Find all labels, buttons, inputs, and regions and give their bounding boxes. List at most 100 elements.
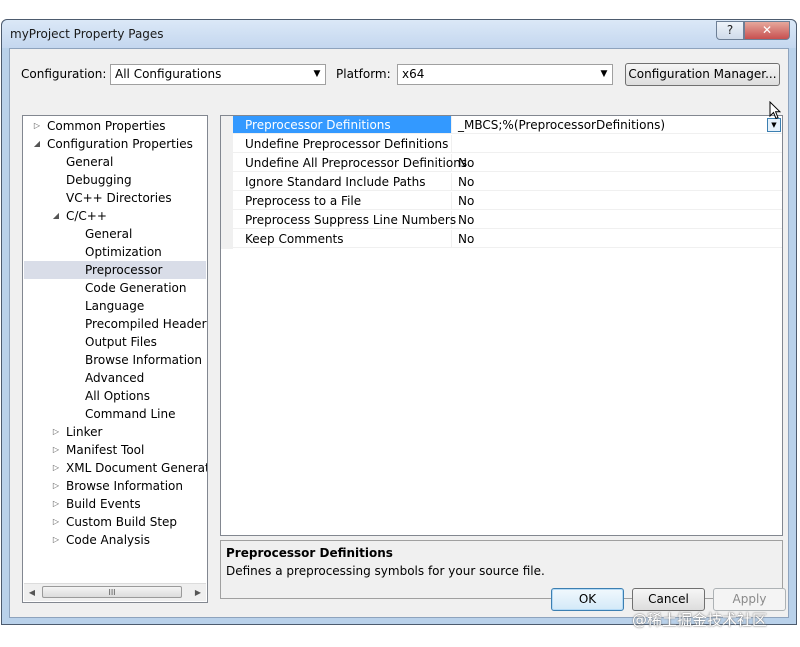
tree-item-label: All Options <box>85 389 150 403</box>
property-name[interactable]: Preprocess Suppress Line Numbers <box>233 211 456 229</box>
collapsed-arrow-icon[interactable]: ▷ <box>51 423 61 441</box>
tree-item-label: Debugging <box>66 173 132 187</box>
tree-item[interactable]: General <box>24 225 206 243</box>
property-row[interactable]: Undefine All Preprocessor Definitions No <box>221 154 782 173</box>
tree-item-label: C/C++ <box>66 209 107 223</box>
title-bar[interactable]: myProject Property Pages ? ✕ <box>2 20 796 48</box>
property-row[interactable]: Undefine Preprocessor Definitions <box>221 135 782 154</box>
property-row[interactable]: Keep Comments No <box>221 230 782 249</box>
tree-item[interactable]: Code Generation <box>24 279 206 297</box>
tree-item[interactable]: ▷ XML Document Generator <box>24 459 208 477</box>
tree-item-label: Build Events <box>66 497 141 511</box>
tree-item[interactable]: VC++ Directories <box>24 189 206 207</box>
description-title: Preprocessor Definitions <box>226 546 393 560</box>
row-gutter <box>221 116 233 135</box>
row-gutter <box>221 211 233 230</box>
tree-item[interactable]: General <box>24 153 206 171</box>
collapsed-arrow-icon[interactable]: ▷ <box>32 117 42 135</box>
tree-item-label: Optimization <box>85 245 162 259</box>
tree-item[interactable]: Precompiled Headers <box>24 315 207 333</box>
tree-item[interactable]: ▷ Browse Information <box>24 477 206 495</box>
property-row[interactable]: Preprocess to a File No <box>221 192 782 211</box>
property-grid[interactable]: Preprocessor Definitions _MBCS;%(Preproce… <box>220 115 783 536</box>
tree-item-label: Advanced <box>85 371 145 385</box>
expanded-arrow-icon[interactable]: ◢ <box>51 207 61 225</box>
tree-item[interactable]: ◢ Configuration Properties <box>24 135 206 153</box>
property-name[interactable]: Ignore Standard Include Paths <box>233 173 452 191</box>
tree-item[interactable]: Debugging <box>24 171 206 189</box>
collapsed-arrow-icon[interactable]: ▷ <box>51 441 61 459</box>
tree-item[interactable]: ◢ C/C++ <box>24 207 206 225</box>
collapsed-arrow-icon[interactable]: ▷ <box>51 531 61 549</box>
mouse-cursor-icon <box>769 101 781 120</box>
property-name[interactable]: Undefine All Preprocessor Definitions <box>233 154 467 172</box>
collapsed-arrow-icon[interactable]: ▷ <box>51 477 61 495</box>
tree-item[interactable]: Command Line <box>24 405 206 423</box>
property-name[interactable]: Preprocess to a File <box>233 192 452 210</box>
row-gutter <box>221 192 233 211</box>
property-name[interactable]: Preprocessor Definitions <box>233 116 452 134</box>
row-gutter <box>221 154 233 173</box>
platform-combo[interactable]: x64 ▼ <box>397 64 613 85</box>
tree-item-label: General <box>66 155 114 169</box>
tree-item-label: Code Analysis <box>66 533 150 547</box>
property-tree[interactable]: ▷ Code Analysis ▷ Custom Build Step ▷ Build E… <box>22 115 208 603</box>
scroll-right-icon[interactable]: ▶ <box>190 584 206 601</box>
tree-item-label: Manifest Tool <box>66 443 145 457</box>
tree-item[interactable]: Advanced <box>24 369 206 387</box>
property-name[interactable]: Undefine Preprocessor Definitions <box>233 135 452 153</box>
tree-item[interactable]: All Options <box>24 387 206 405</box>
expanded-arrow-icon[interactable]: ◢ <box>32 135 42 153</box>
tree-item[interactable]: ▷ Common Properties <box>24 117 206 135</box>
configuration-label: Configuration: <box>21 67 107 81</box>
tree-item-label: Common Properties <box>47 119 166 133</box>
tree-item[interactable]: ▷ Linker <box>24 423 206 441</box>
tree-item[interactable]: Preprocessor <box>24 261 206 279</box>
tree-item-label: Browse Information <box>66 479 183 493</box>
scroll-thumb[interactable]: III <box>42 586 182 598</box>
tree-item[interactable]: Browse Information <box>24 351 206 369</box>
tree-item-label: General <box>85 227 133 241</box>
chevron-down-icon: ▼ <box>600 69 608 79</box>
property-row[interactable]: Ignore Standard Include Paths No <box>221 173 782 192</box>
close-button[interactable]: ✕ <box>744 21 790 40</box>
property-value[interactable]: _MBCS;%(PreprocessorDefinitions) <box>452 116 782 134</box>
tree-item[interactable]: ▷ Manifest Tool <box>24 441 206 459</box>
platform-value: x64 <box>402 67 425 81</box>
collapsed-arrow-icon[interactable]: ▷ <box>51 459 61 477</box>
tree-item-label: Code Generation <box>85 281 187 295</box>
scroll-left-icon[interactable]: ◀ <box>24 584 40 601</box>
tree-item-label: XML Document Generator <box>66 461 208 475</box>
property-value[interactable]: No <box>452 230 782 248</box>
property-name[interactable]: Keep Comments <box>233 230 452 248</box>
cancel-button[interactable]: Cancel <box>632 588 705 611</box>
ok-button[interactable]: OK <box>551 588 624 611</box>
collapsed-arrow-icon[interactable]: ▷ <box>51 495 61 513</box>
property-value[interactable]: No <box>452 173 782 191</box>
property-value[interactable] <box>452 135 782 153</box>
property-pages-window: myProject Property Pages ? ✕ Configurati… <box>1 19 797 625</box>
tree-item[interactable]: ▷ Code Analysis <box>24 531 206 549</box>
tree-item[interactable]: ▷ Build Events <box>24 495 206 513</box>
tree-item[interactable]: Language <box>24 297 206 315</box>
tree-item[interactable]: Output Files <box>24 333 206 351</box>
configuration-value: All Configurations <box>115 67 222 81</box>
row-gutter <box>221 173 233 192</box>
collapsed-arrow-icon[interactable]: ▷ <box>51 513 61 531</box>
chevron-down-icon: ▼ <box>313 69 321 79</box>
property-row[interactable]: Preprocess Suppress Line Numbers No <box>221 211 782 230</box>
property-value[interactable]: No <box>452 192 782 210</box>
tree-item[interactable]: ▷ Custom Build Step <box>24 513 206 531</box>
watermark: @稀土掘金技术社区 <box>632 611 768 629</box>
apply-button[interactable]: Apply <box>713 588 786 611</box>
tree-item-label: Configuration Properties <box>47 137 193 151</box>
tree-item-label: Output Files <box>85 335 157 349</box>
tree-item[interactable]: Optimization <box>24 243 206 261</box>
property-value[interactable]: No <box>452 211 782 229</box>
configuration-manager-button[interactable]: Configuration Manager... <box>625 63 780 86</box>
configuration-combo[interactable]: All Configurations ▼ <box>110 64 326 85</box>
help-button[interactable]: ? <box>716 21 744 40</box>
property-row[interactable]: Preprocessor Definitions _MBCS;%(Preproce… <box>221 116 782 135</box>
property-value[interactable]: No <box>452 154 782 172</box>
horizontal-scrollbar[interactable]: ◀ III ▶ <box>24 583 206 601</box>
